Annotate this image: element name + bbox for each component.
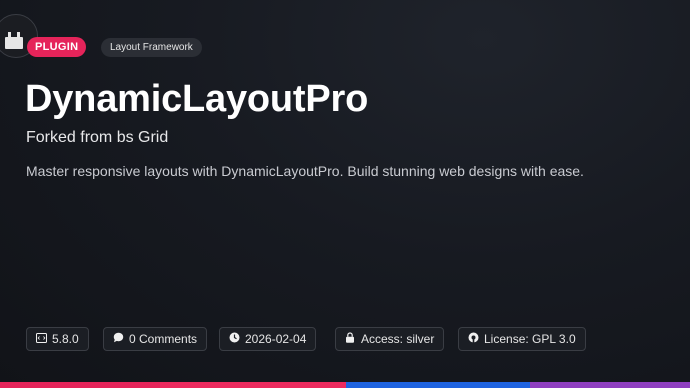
code-icon [35, 329, 47, 351]
access-level: Access: silver [361, 332, 435, 346]
accent-bar-segment [530, 382, 690, 388]
date-chip: 2026-02-04 [219, 327, 317, 351]
accent-bar-segment [0, 382, 160, 388]
category-tag[interactable]: Layout Framework [101, 38, 202, 57]
clock-icon [228, 329, 240, 351]
accent-bar-segment [346, 382, 530, 388]
comment-icon [112, 329, 124, 351]
fork-subtitle: Forked from bs Grid [26, 129, 169, 146]
license-icon [467, 329, 479, 351]
plug-icon [5, 37, 23, 49]
plugin-description: Master responsive layouts with DynamicLa… [26, 163, 584, 179]
comments-count: 0 Comments [129, 332, 198, 346]
version-value: 5.8.0 [52, 332, 79, 346]
license-value: License: GPL 3.0 [484, 332, 576, 346]
plugin-badge: PLUGIN [27, 37, 87, 57]
release-date: 2026-02-04 [245, 332, 307, 346]
access-chip: Access: silver [335, 327, 445, 351]
accent-bar-segment [160, 382, 346, 388]
license-chip: License: GPL 3.0 [458, 327, 586, 351]
version-chip: 5.8.0 [26, 327, 89, 351]
page-title: DynamicLayoutPro [25, 78, 369, 120]
lock-icon [344, 329, 356, 351]
comments-chip[interactable]: 0 Comments [103, 327, 208, 351]
